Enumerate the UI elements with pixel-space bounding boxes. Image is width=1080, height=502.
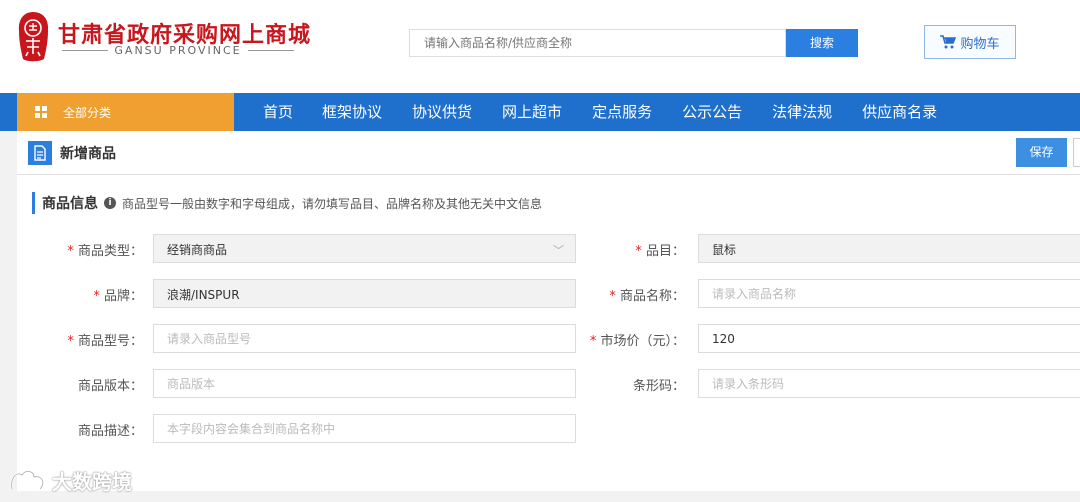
section-header: 商品信息 i 商品型号一般由数字和字母组成，请勿填写品目、品牌名称及其他无关中文…	[32, 192, 542, 214]
product-type-label: * 商品类型：	[67, 244, 143, 259]
grid-icon	[35, 106, 47, 118]
description-label: 商品描述：	[77, 424, 143, 439]
document-icon	[28, 141, 52, 165]
panel-header: 新增商品 保存	[17, 131, 1080, 175]
search-input[interactable]	[409, 29, 786, 57]
site-header: 甘肃省政府采购网上商城 GANSU PROVINCE 搜索 购物车	[0, 0, 1080, 93]
all-categories-button[interactable]: 全部分类	[17, 93, 234, 131]
version-input[interactable]	[153, 369, 576, 398]
nav-item-home[interactable]: 首页	[234, 93, 307, 131]
nav-item-online-supermarket[interactable]: 网上超市	[487, 93, 577, 131]
version-label: 商品版本：	[77, 379, 143, 394]
nav-item-announcements[interactable]: 公示公告	[667, 93, 757, 131]
model-input[interactable]	[153, 324, 576, 353]
nav-item-designated-service[interactable]: 定点服务	[577, 93, 667, 131]
watermark: 大数跨境	[8, 466, 132, 495]
nav-item-framework-agreement[interactable]: 框架协议	[307, 93, 397, 131]
brand-value: 浪潮/INSPUR	[167, 288, 240, 302]
description-input[interactable]	[153, 414, 576, 443]
add-product-panel: 新增商品 保存 商品信息 i 商品型号一般由数字和字母组成，请勿填写品目、品牌名…	[17, 131, 1080, 491]
category-label: * 品目：	[635, 244, 685, 259]
subtitle-line-right	[247, 50, 294, 51]
subtitle-text: GANSU PROVINCE	[114, 44, 242, 57]
cart-label: 购物车	[960, 36, 1000, 52]
nav-items: 首页 框架协议 协议供货 网上超市 定点服务 公示公告 法律法规 供应商名录	[234, 93, 952, 131]
product-type-value: 经销商商品	[167, 243, 228, 257]
site-subtitle: GANSU PROVINCE	[62, 44, 294, 57]
page-title: 新增商品	[60, 146, 116, 162]
nav-item-agreement-supply[interactable]: 协议供货	[397, 93, 487, 131]
section-title: 商品信息	[42, 196, 98, 212]
subtitle-line-left	[62, 50, 109, 51]
nav-item-supplier-directory[interactable]: 供应商名录	[847, 93, 952, 131]
barcode-label: 条形码：	[632, 379, 685, 394]
section-note: 商品型号一般由数字和字母组成，请勿填写品目、品牌名称及其他无关中文信息	[122, 196, 543, 211]
search-button[interactable]: 搜索	[786, 29, 858, 57]
chevron-down-icon: ﹀	[553, 244, 564, 257]
main-nav: 全部分类 首页 框架协议 协议供货 网上超市 定点服务 公示公告 法律法规 供应…	[0, 93, 1080, 131]
info-icon: i	[104, 197, 116, 209]
brand-label: * 品牌：	[93, 289, 143, 304]
cart-icon	[940, 35, 957, 49]
market-price-input[interactable]	[698, 324, 1080, 353]
product-name-label: * 商品名称：	[609, 289, 685, 304]
cart-button[interactable]: 购物车	[924, 25, 1016, 59]
secondary-button[interactable]	[1073, 138, 1080, 167]
market-price-label: * 市场价（元）：	[589, 334, 685, 349]
product-name-input[interactable]	[698, 279, 1080, 308]
category-value: 鼠标	[712, 243, 737, 257]
save-button[interactable]: 保存	[1016, 138, 1067, 167]
model-label: * 商品型号：	[67, 334, 143, 349]
all-categories-label: 全部分类	[63, 105, 112, 120]
product-type-select[interactable]: 经销商商品 ﹀	[153, 234, 576, 263]
brand-field[interactable]: 浪潮/INSPUR	[153, 279, 576, 308]
gansu-seal-logo[interactable]	[17, 11, 50, 63]
nav-item-laws[interactable]: 法律法规	[757, 93, 847, 131]
watermark-text: 大数跨境	[52, 470, 132, 494]
watermark-logo-icon	[10, 469, 45, 490]
barcode-input[interactable]	[698, 369, 1080, 398]
category-field[interactable]: 鼠标	[698, 234, 1080, 263]
